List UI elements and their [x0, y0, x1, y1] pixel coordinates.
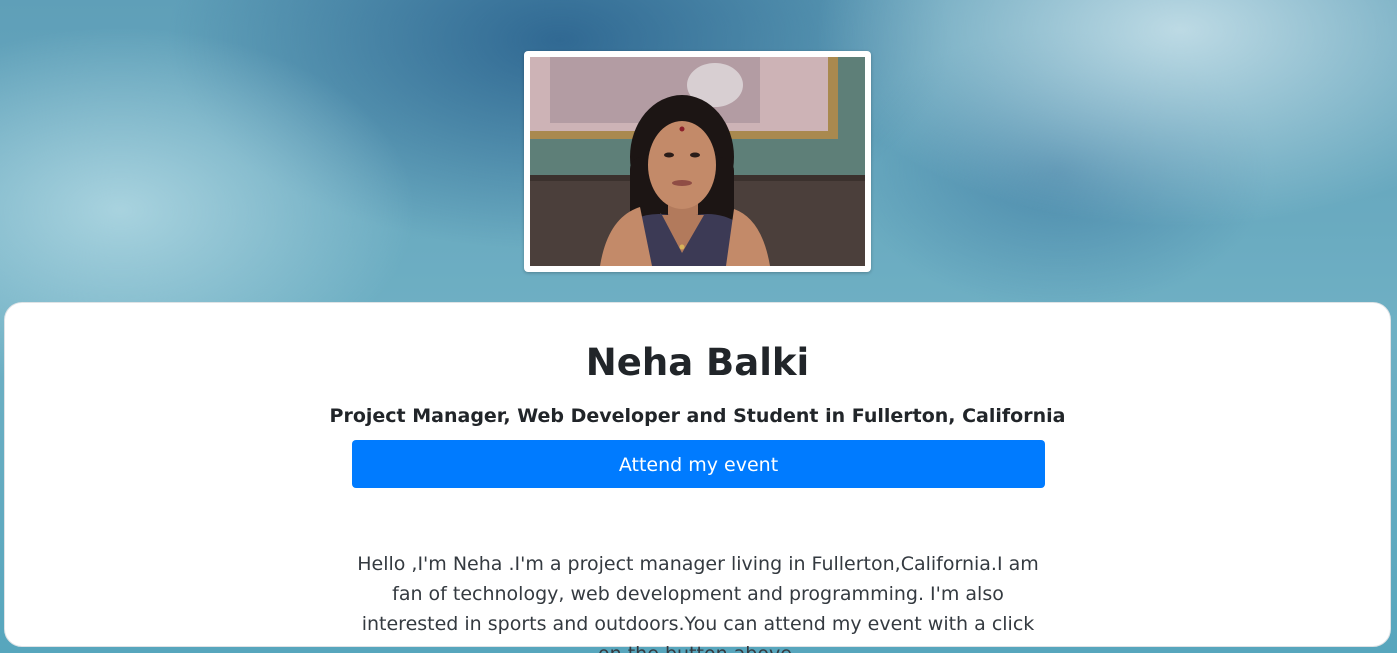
profile-photo-frame [524, 51, 871, 272]
profile-photo [530, 57, 865, 266]
hero-background [0, 0, 1397, 302]
profile-bio: Hello ,I'm Neha .I'm a project manager l… [357, 553, 1039, 653]
profile-name: Neha Balki [585, 341, 810, 384]
attend-event-button[interactable]: Attend my event [352, 440, 1045, 488]
profile-card: Neha Balki Project Manager, Web Develope… [4, 302, 1391, 653]
profile-title: Project Manager, Web Developer and Stude… [329, 405, 1066, 427]
